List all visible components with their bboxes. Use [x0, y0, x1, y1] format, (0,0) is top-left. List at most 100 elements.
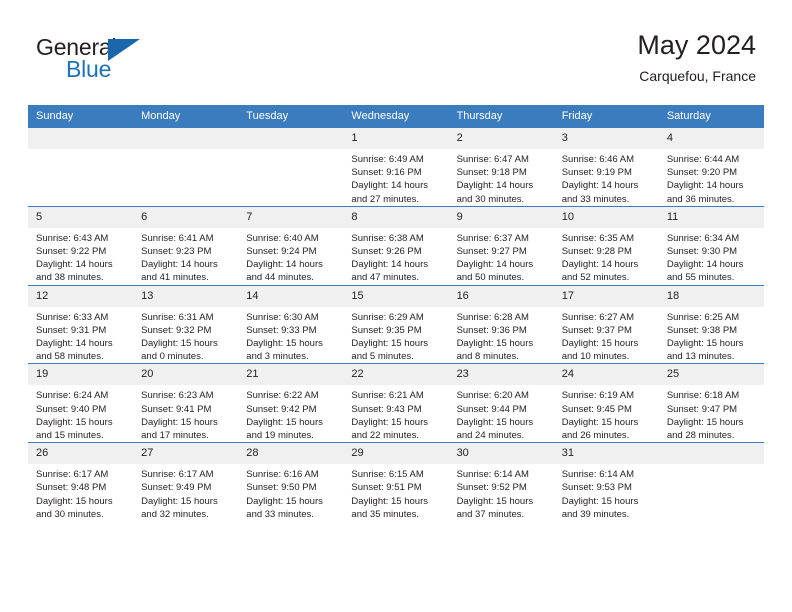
day-cell[interactable]: 25 Sunrise: 6:18 AM Sunset: 9:47 PM Dayl…: [658, 363, 764, 443]
day-number: 31: [553, 443, 659, 465]
day-cell[interactable]: 26 Sunrise: 6:17 AM Sunset: 9:48 PM Dayl…: [28, 442, 134, 522]
day-number: 3: [553, 128, 659, 149]
day-cell[interactable]: 31 Sunrise: 6:14 AM Sunset: 9:53 PM Dayl…: [553, 442, 659, 522]
day-cell[interactable]: 15 Sunrise: 6:29 AM Sunset: 9:35 PM Dayl…: [343, 284, 449, 364]
day-details: Sunrise: 6:27 AM Sunset: 9:37 PM Dayligh…: [554, 307, 659, 364]
sunset-line: Sunset: 9:28 PM: [561, 246, 632, 258]
day-cell[interactable]: 22 Sunrise: 6:21 AM Sunset: 9:43 PM Dayl…: [343, 363, 449, 443]
general-blue-logo[interactable]: General Blue: [36, 34, 196, 92]
day-cell[interactable]: 4 Sunrise: 6:44 AM Sunset: 9:20 PM Dayli…: [658, 128, 764, 207]
sunrise-line: Sunrise: 6:15 AM: [351, 469, 424, 481]
calendar-week-row: 26 Sunrise: 6:17 AM Sunset: 9:48 PM Dayl…: [28, 442, 764, 522]
title-block: May 2024 Carquefou, France: [637, 28, 756, 87]
day-cell[interactable]: 21 Sunrise: 6:22 AM Sunset: 9:42 PM Dayl…: [238, 363, 344, 443]
day-details: Sunrise: 6:17 AM Sunset: 9:48 PM Dayligh…: [28, 464, 133, 521]
day-cell[interactable]: 28 Sunrise: 6:16 AM Sunset: 9:50 PM Dayl…: [238, 442, 344, 522]
day-details: Sunrise: 6:15 AM Sunset: 9:51 PM Dayligh…: [343, 464, 448, 521]
daylight-line-2: and 58 minutes.: [36, 351, 104, 363]
day-cell[interactable]: 23 Sunrise: 6:20 AM Sunset: 9:44 PM Dayl…: [448, 363, 554, 443]
daylight-line-1: Daylight: 15 hours: [456, 338, 534, 350]
sunset-line: Sunset: 9:38 PM: [666, 324, 738, 336]
day-cell[interactable]: 14 Sunrise: 6:30 AM Sunset: 9:33 PM Dayl…: [238, 284, 344, 364]
sunrise-line: Sunrise: 6:29 AM: [351, 311, 424, 323]
sunrise-line: Sunrise: 6:44 AM: [666, 154, 740, 165]
sunrise-line: Sunrise: 6:35 AM: [561, 232, 635, 244]
day-details: Sunrise: 6:33 AM Sunset: 9:31 PM Dayligh…: [28, 307, 133, 364]
day-number: [238, 128, 344, 149]
day-number: [28, 128, 134, 149]
day-cell[interactable]: 29 Sunrise: 6:15 AM Sunset: 9:51 PM Dayl…: [343, 442, 449, 522]
day-number: [658, 443, 764, 465]
day-number: 14: [238, 286, 344, 307]
daylight-line-2: and 10 minutes.: [561, 351, 630, 363]
calendar-week-row: 1 Sunrise: 6:49 AM Sunset: 9:16 PM Dayli…: [28, 128, 764, 207]
day-cell[interactable]: 17 Sunrise: 6:27 AM Sunset: 9:37 PM Dayl…: [553, 284, 659, 364]
day-cell[interactable]: 7 Sunrise: 6:40 AM Sunset: 9:24 PM Dayli…: [238, 205, 344, 286]
weekday-header-sunday: Sunday: [28, 105, 134, 128]
day-cell[interactable]: 13 Sunrise: 6:31 AM Sunset: 9:32 PM Dayl…: [133, 284, 239, 364]
sunrise-line: Sunrise: 6:37 AM: [456, 232, 529, 244]
sunset-line: Sunset: 9:44 PM: [456, 403, 527, 415]
daylight-line-1: Daylight: 14 hours: [666, 259, 744, 271]
daylight-line-2: and 55 minutes.: [666, 272, 735, 284]
daylight-line-2: and 3 minutes.: [246, 351, 309, 363]
sunset-line: Sunset: 9:41 PM: [141, 403, 212, 415]
sunrise-line: Sunrise: 6:47 AM: [456, 154, 529, 165]
day-cell[interactable]: 3 Sunrise: 6:46 AM Sunset: 9:19 PM Dayli…: [553, 128, 659, 207]
day-cell[interactable]: 1 Sunrise: 6:49 AM Sunset: 9:16 PM Dayli…: [343, 128, 449, 207]
sunset-line: Sunset: 9:51 PM: [351, 482, 422, 494]
sunset-line: Sunset: 9:33 PM: [246, 324, 317, 336]
sunset-line: Sunset: 9:23 PM: [141, 246, 212, 258]
daylight-line-2: and 30 minutes.: [36, 508, 104, 520]
sunrise-line: Sunrise: 6:40 AM: [246, 232, 319, 244]
day-cell[interactable]: 19 Sunrise: 6:24 AM Sunset: 9:40 PM Dayl…: [28, 363, 134, 443]
daylight-line-1: Daylight: 14 hours: [456, 259, 534, 271]
daylight-line-2: and 37 minutes.: [456, 508, 525, 520]
sunset-line: Sunset: 9:26 PM: [351, 246, 422, 258]
sunrise-sunset-calendar: Sunday Monday Tuesday Wednesday Thursday…: [28, 105, 764, 522]
day-details: Sunrise: 6:37 AM Sunset: 9:27 PM Dayligh…: [449, 228, 554, 285]
calendar-page: General Blue May 2024 Carquefou, France …: [0, 0, 792, 612]
day-cell[interactable]: 10 Sunrise: 6:35 AM Sunset: 9:28 PM Dayl…: [553, 205, 659, 286]
day-cell[interactable]: 5 Sunrise: 6:43 AM Sunset: 9:22 PM Dayli…: [28, 205, 134, 286]
day-cell[interactable]: 30 Sunrise: 6:14 AM Sunset: 9:52 PM Dayl…: [448, 442, 554, 522]
calendar-week-row: 5 Sunrise: 6:43 AM Sunset: 9:22 PM Dayli…: [28, 205, 764, 286]
day-details: Sunrise: 6:43 AM Sunset: 9:22 PM Dayligh…: [28, 228, 133, 285]
daylight-line-1: Daylight: 15 hours: [561, 338, 639, 350]
day-cell[interactable]: 27 Sunrise: 6:17 AM Sunset: 9:49 PM Dayl…: [133, 442, 239, 522]
sunrise-line: Sunrise: 6:33 AM: [36, 311, 109, 323]
day-cell[interactable]: 24 Sunrise: 6:19 AM Sunset: 9:45 PM Dayl…: [553, 363, 659, 443]
day-cell[interactable]: 6 Sunrise: 6:41 AM Sunset: 9:23 PM Dayli…: [133, 205, 239, 286]
sunrise-line: Sunrise: 6:18 AM: [666, 390, 740, 402]
day-cell[interactable]: 11 Sunrise: 6:34 AM Sunset: 9:30 PM Dayl…: [658, 205, 764, 286]
sunrise-line: Sunrise: 6:41 AM: [141, 232, 214, 244]
daylight-line-1: Daylight: 15 hours: [666, 338, 744, 350]
daylight-line-2: and 33 minutes.: [246, 508, 314, 520]
day-details: Sunrise: 6:17 AM Sunset: 9:49 PM Dayligh…: [133, 464, 238, 521]
weekday-header-wednesday: Wednesday: [343, 105, 449, 128]
sunset-line: Sunset: 9:27 PM: [456, 246, 527, 258]
daylight-line-1: Daylight: 15 hours: [246, 416, 323, 428]
day-number: 19: [28, 364, 134, 386]
sunset-line: Sunset: 9:49 PM: [141, 482, 212, 494]
daylight-line-2: and 33 minutes.: [561, 193, 630, 205]
daylight-line-2: and 22 minutes.: [351, 430, 420, 442]
daylight-line-1: Daylight: 14 hours: [36, 259, 113, 271]
sunrise-line: Sunrise: 6:16 AM: [246, 469, 319, 481]
day-details: Sunrise: 6:47 AM Sunset: 9:18 PM Dayligh…: [449, 149, 554, 206]
sunset-line: Sunset: 9:32 PM: [141, 324, 212, 336]
day-details: Sunrise: 6:35 AM Sunset: 9:28 PM Dayligh…: [554, 228, 659, 285]
sunset-line: Sunset: 9:31 PM: [36, 324, 107, 336]
daylight-line-2: and 44 minutes.: [246, 272, 314, 284]
daylight-line-1: Daylight: 14 hours: [561, 180, 639, 192]
sunrise-line: Sunrise: 6:49 AM: [351, 154, 424, 165]
daylight-line-2: and 35 minutes.: [351, 508, 420, 520]
day-cell[interactable]: 12 Sunrise: 6:33 AM Sunset: 9:31 PM Dayl…: [28, 284, 134, 364]
day-cell[interactable]: 2 Sunrise: 6:47 AM Sunset: 9:18 PM Dayli…: [448, 128, 554, 207]
day-cell[interactable]: 8 Sunrise: 6:38 AM Sunset: 9:26 PM Dayli…: [343, 205, 449, 286]
day-cell[interactable]: 20 Sunrise: 6:23 AM Sunset: 9:41 PM Dayl…: [133, 363, 239, 443]
day-cell[interactable]: 9 Sunrise: 6:37 AM Sunset: 9:27 PM Dayli…: [448, 205, 554, 286]
daylight-line-1: Daylight: 14 hours: [246, 259, 323, 271]
day-cell[interactable]: 18 Sunrise: 6:25 AM Sunset: 9:38 PM Dayl…: [658, 284, 764, 364]
day-cell[interactable]: 16 Sunrise: 6:28 AM Sunset: 9:36 PM Dayl…: [448, 284, 554, 364]
